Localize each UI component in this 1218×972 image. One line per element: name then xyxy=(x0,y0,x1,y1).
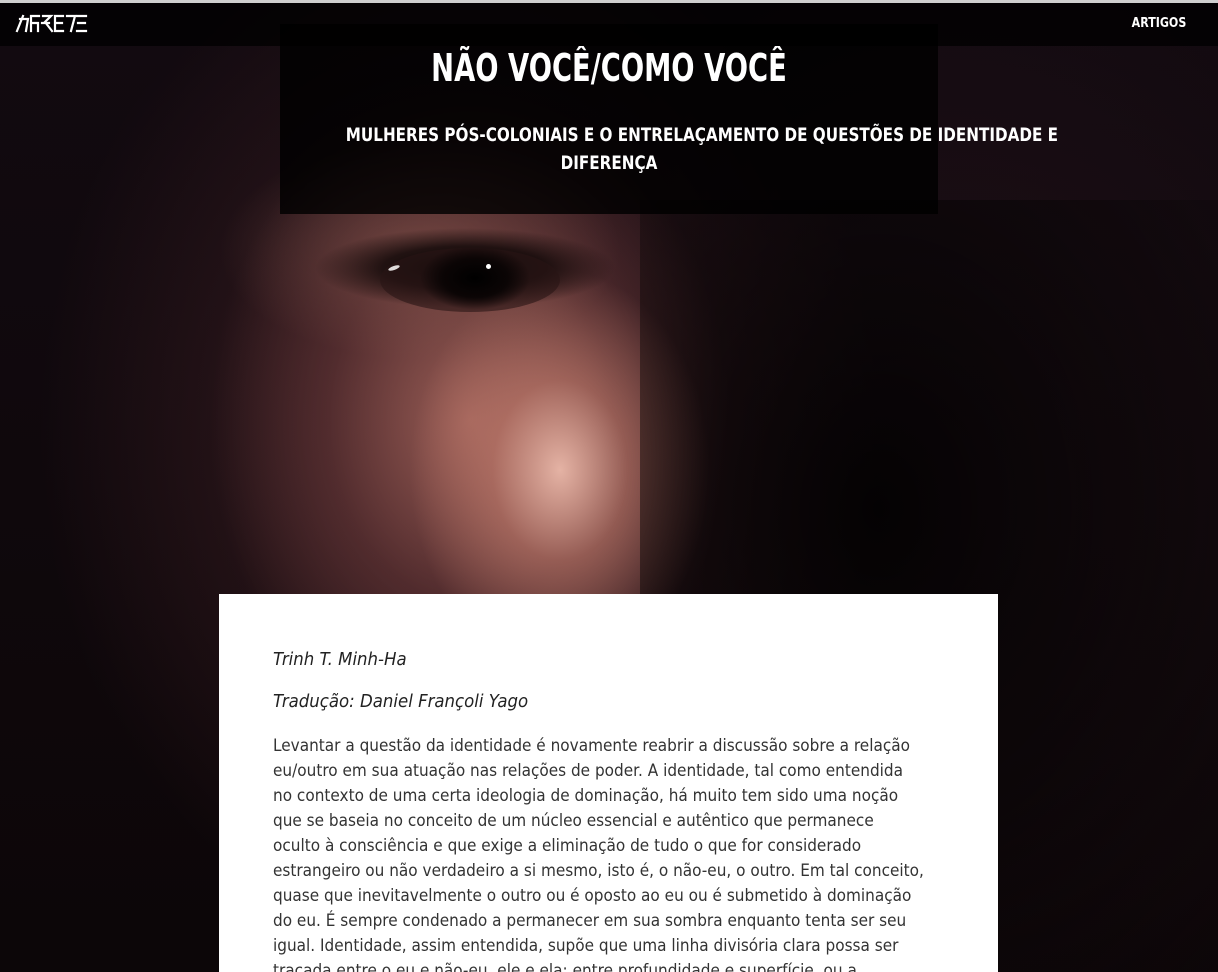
page-subtitle: MULHERES PÓS-COLONIAIS E O ENTRELAÇAMENT… xyxy=(280,121,1059,177)
subtitle-line-1: MULHERES PÓS-COLONIAIS E O ENTRELAÇAMENT… xyxy=(345,124,1059,146)
hero-eye xyxy=(380,248,560,312)
article-body-line: quase que inevitavelmente o outro ou é o… xyxy=(273,886,912,906)
nav-link-artigos[interactable]: ARTIGOS xyxy=(1131,16,1186,31)
article-card: Trinh T. Minh-Ha Tradução: Daniel Franço… xyxy=(219,594,998,972)
article-body-line: Levantar a questão da identidade é novam… xyxy=(273,736,911,756)
article-body-line: que se baseia no conceito de um núcleo e… xyxy=(273,811,874,831)
article-title-box: NÃO VOCÊ/COMO VOCÊ MULHERES PÓS-COLONIAI… xyxy=(280,24,1059,214)
site-logo[interactable] xyxy=(15,11,89,35)
page-title: NÃO VOCÊ/COMO VOCÊ xyxy=(431,46,787,90)
article-translator: Tradução: Daniel Françoli Yago xyxy=(273,691,529,712)
article-body-line: no contexto de uma certa ideologia de do… xyxy=(273,786,899,806)
article-body: Levantar a questão da identidade é novam… xyxy=(273,734,963,972)
article-body-line: traçada entre o eu e não-eu, ele e ela; … xyxy=(273,961,857,972)
article-body-line: igual. Identidade, assim entendida, supõ… xyxy=(273,936,899,956)
agreste-logo-icon xyxy=(15,14,88,33)
article-body-line: eu/outro em sua atuação nas relações de … xyxy=(273,761,904,781)
article-body-line: oculto à consciência e que exige a elimi… xyxy=(273,836,862,856)
subtitle-line-2: DIFERENÇA xyxy=(560,152,658,174)
article-body-line: do eu. É sempre condenado a permanecer e… xyxy=(273,911,907,931)
article-author: Trinh T. Minh-Ha xyxy=(273,649,407,670)
article-body-line: estrangeiro ou não verdadeiro a si mesmo… xyxy=(273,861,924,881)
hero-eye-glint xyxy=(486,264,491,269)
